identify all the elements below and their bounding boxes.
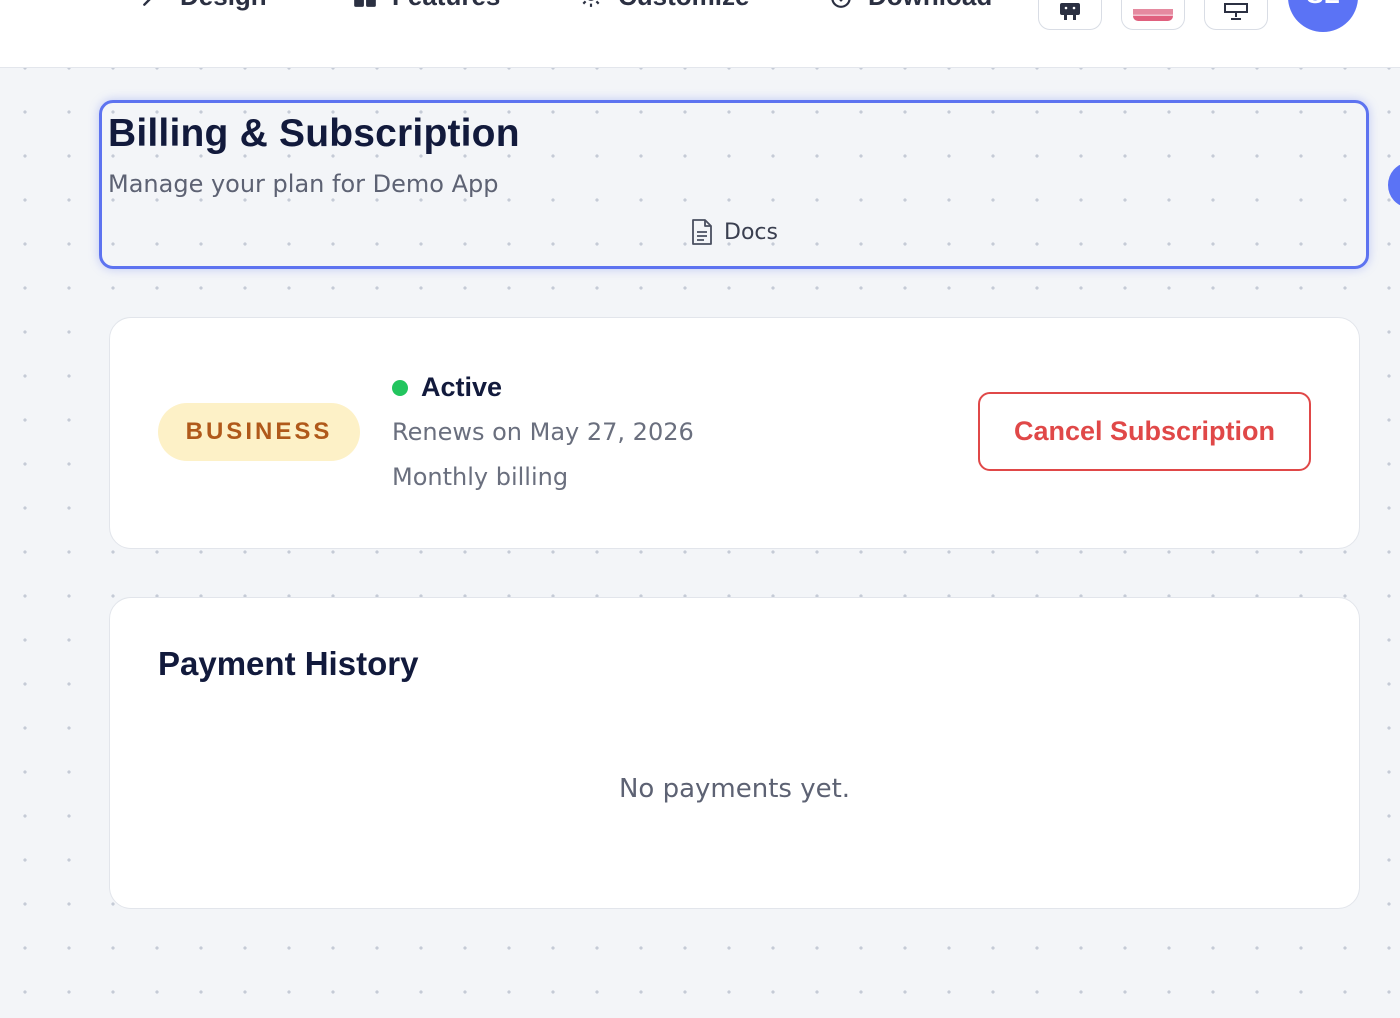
status-dot-icon <box>392 379 408 396</box>
nav-features-label: Features <box>392 0 500 12</box>
docs-label: Docs <box>724 219 778 245</box>
plan-badge: BUSINESS <box>158 403 360 461</box>
page-title: Billing & Subscription <box>108 112 520 155</box>
payment-history-card <box>109 597 1360 909</box>
top-nav: Design Features Customize Download SL <box>0 0 1400 68</box>
renewal-date: Renews on May 27, 2026 <box>392 418 694 446</box>
empty-state-message: No payments yet. <box>618 774 851 804</box>
nav-customize-label: Customize <box>618 0 749 12</box>
nav-design-label: Design <box>180 0 267 12</box>
language-button[interactable] <box>1121 0 1185 30</box>
grid-icon <box>354 0 376 7</box>
wand-icon <box>143 0 151 6</box>
android-icon <box>1060 3 1080 20</box>
docs-link[interactable]: Docs <box>690 218 778 246</box>
nav-download-label: Download <box>868 0 992 12</box>
nav-download[interactable]: Download <box>828 0 992 14</box>
subscription-status: Active <box>392 372 502 403</box>
side-toggle[interactable] <box>1388 163 1400 207</box>
billing-cycle: Monthly billing <box>392 463 569 491</box>
monitor-button[interactable] <box>1204 0 1268 30</box>
status-label: Active <box>421 372 503 402</box>
payment-history-title: Payment History <box>158 645 419 682</box>
nav-features[interactable]: Features <box>352 0 500 14</box>
download-icon <box>831 0 851 8</box>
nav-design[interactable]: Design <box>140 0 267 14</box>
gear-icon <box>582 0 600 7</box>
monitor-icon <box>1224 3 1248 20</box>
page-subtitle: Manage your plan for Demo App <box>108 170 499 198</box>
nav-customize[interactable]: Customize <box>578 0 749 14</box>
flag-icon <box>1133 9 1173 21</box>
user-avatar[interactable]: SL <box>1288 0 1358 32</box>
document-icon <box>692 219 712 245</box>
android-button[interactable] <box>1038 0 1102 30</box>
cancel-subscription-button[interactable]: Cancel Subscription <box>978 392 1311 471</box>
